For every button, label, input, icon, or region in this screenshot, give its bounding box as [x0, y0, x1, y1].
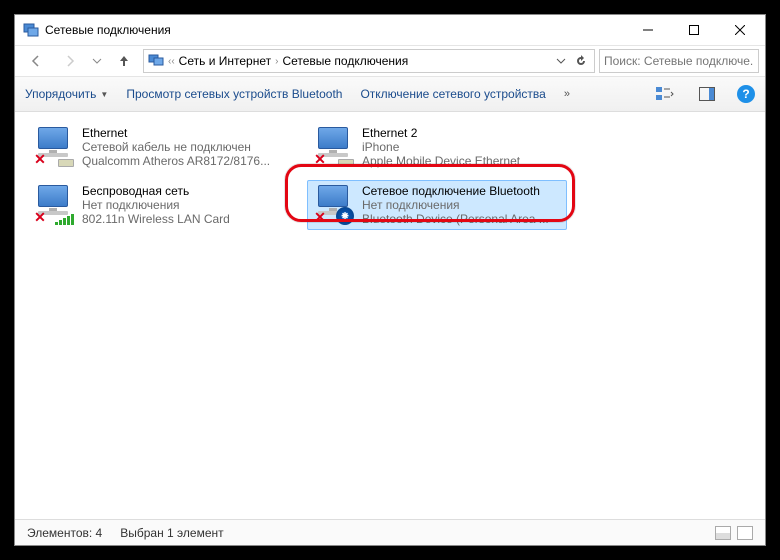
wifi-icon: ✕	[32, 185, 74, 225]
item-device: 802.11n Wireless LAN Card	[82, 212, 230, 226]
disconnected-x-icon: ✕	[32, 209, 48, 225]
item-count: Элементов: 4	[27, 526, 102, 540]
bluetooth-icon: ⁕	[336, 207, 354, 225]
disconnected-x-icon: ✕	[312, 209, 328, 225]
up-button[interactable]	[109, 49, 139, 73]
back-button[interactable]	[21, 49, 51, 73]
title-bar[interactable]: Сетевые подключения	[15, 15, 765, 45]
item-device: Apple Mobile Device Ethernet	[362, 154, 520, 168]
cable-icon	[338, 159, 354, 167]
network-connections-window: Сетевые подключения ‹‹ Сеть и Интернет ›…	[14, 14, 766, 546]
view-bluetooth-devices[interactable]: Просмотр сетевых устройств Bluetooth	[126, 87, 342, 101]
item-status: Нет подключения	[82, 198, 230, 212]
refresh-button[interactable]	[572, 51, 590, 71]
chevron-icon: ‹‹	[168, 56, 175, 67]
breadcrumb-root[interactable]: Сеть и Интернет	[179, 54, 271, 68]
bluetooth-network-icon: ✕ ⁕	[312, 185, 354, 225]
disable-device[interactable]: Отключение сетевого устройства	[360, 87, 545, 101]
maximize-button[interactable]	[671, 15, 717, 45]
item-status: Нет подключения	[362, 198, 549, 212]
network-icon	[148, 52, 164, 71]
cable-icon	[58, 159, 74, 167]
address-bar[interactable]: ‹‹ Сеть и Интернет › Сетевые подключения	[143, 49, 595, 73]
item-status: Сетевой кабель не подключен	[82, 140, 270, 154]
preview-pane-button[interactable]	[695, 82, 719, 106]
status-bar: Элементов: 4 Выбран 1 элемент	[15, 519, 765, 545]
item-name: Беспроводная сеть	[82, 184, 230, 198]
ethernet-icon: ✕	[312, 127, 354, 167]
item-device: Qualcomm Atheros AR8172/8176...	[82, 154, 270, 168]
search-input[interactable]	[604, 54, 754, 68]
network-item-ethernet[interactable]: ✕ Ethernet Сетевой кабель не подключен Q…	[27, 122, 287, 172]
toolbar: Упорядочить▼ Просмотр сетевых устройств …	[15, 77, 765, 112]
help-button[interactable]: ?	[737, 85, 755, 103]
navigation-bar: ‹‹ Сеть и Интернет › Сетевые подключения	[15, 45, 765, 77]
disconnected-x-icon: ✕	[312, 151, 328, 167]
window-controls	[625, 15, 763, 45]
app-icon	[23, 22, 39, 38]
recent-dropdown[interactable]	[89, 49, 105, 73]
item-name: Ethernet	[82, 126, 270, 140]
ethernet-icon: ✕	[32, 127, 74, 167]
close-button[interactable]	[717, 15, 763, 45]
details-view-icon[interactable]	[715, 526, 731, 540]
network-item-wifi[interactable]: ✕ Беспроводная сеть Нет подключения 802.…	[27, 180, 287, 230]
item-name: Ethernet 2	[362, 126, 520, 140]
minimize-button[interactable]	[625, 15, 671, 45]
organize-menu[interactable]: Упорядочить▼	[25, 87, 108, 101]
signal-bars-icon	[55, 213, 74, 225]
view-options-button[interactable]	[653, 82, 677, 106]
network-item-bluetooth[interactable]: ✕ ⁕ Сетевое подключение Bluetooth Нет по…	[307, 180, 567, 230]
overflow-chevron[interactable]: »	[564, 88, 570, 100]
network-item-ethernet2[interactable]: ✕ Ethernet 2 iPhone Apple Mobile Device …	[307, 122, 567, 172]
item-device: Bluetooth Device (Personal Area ...	[362, 212, 549, 226]
content-area[interactable]: ✕ Ethernet Сетевой кабель не подключен Q…	[15, 112, 765, 519]
window-title: Сетевые подключения	[45, 23, 625, 37]
chevron-right-icon: ›	[275, 56, 278, 67]
item-status: iPhone	[362, 140, 520, 154]
breadcrumb-leaf[interactable]: Сетевые подключения	[282, 54, 408, 68]
selection-info: Выбран 1 элемент	[120, 526, 223, 540]
search-box[interactable]	[599, 49, 759, 73]
item-name: Сетевое подключение Bluetooth	[362, 184, 549, 198]
tiles-view-icon[interactable]	[737, 526, 753, 540]
forward-button[interactable]	[55, 49, 85, 73]
address-dropdown[interactable]	[552, 51, 570, 71]
disconnected-x-icon: ✕	[32, 151, 48, 167]
